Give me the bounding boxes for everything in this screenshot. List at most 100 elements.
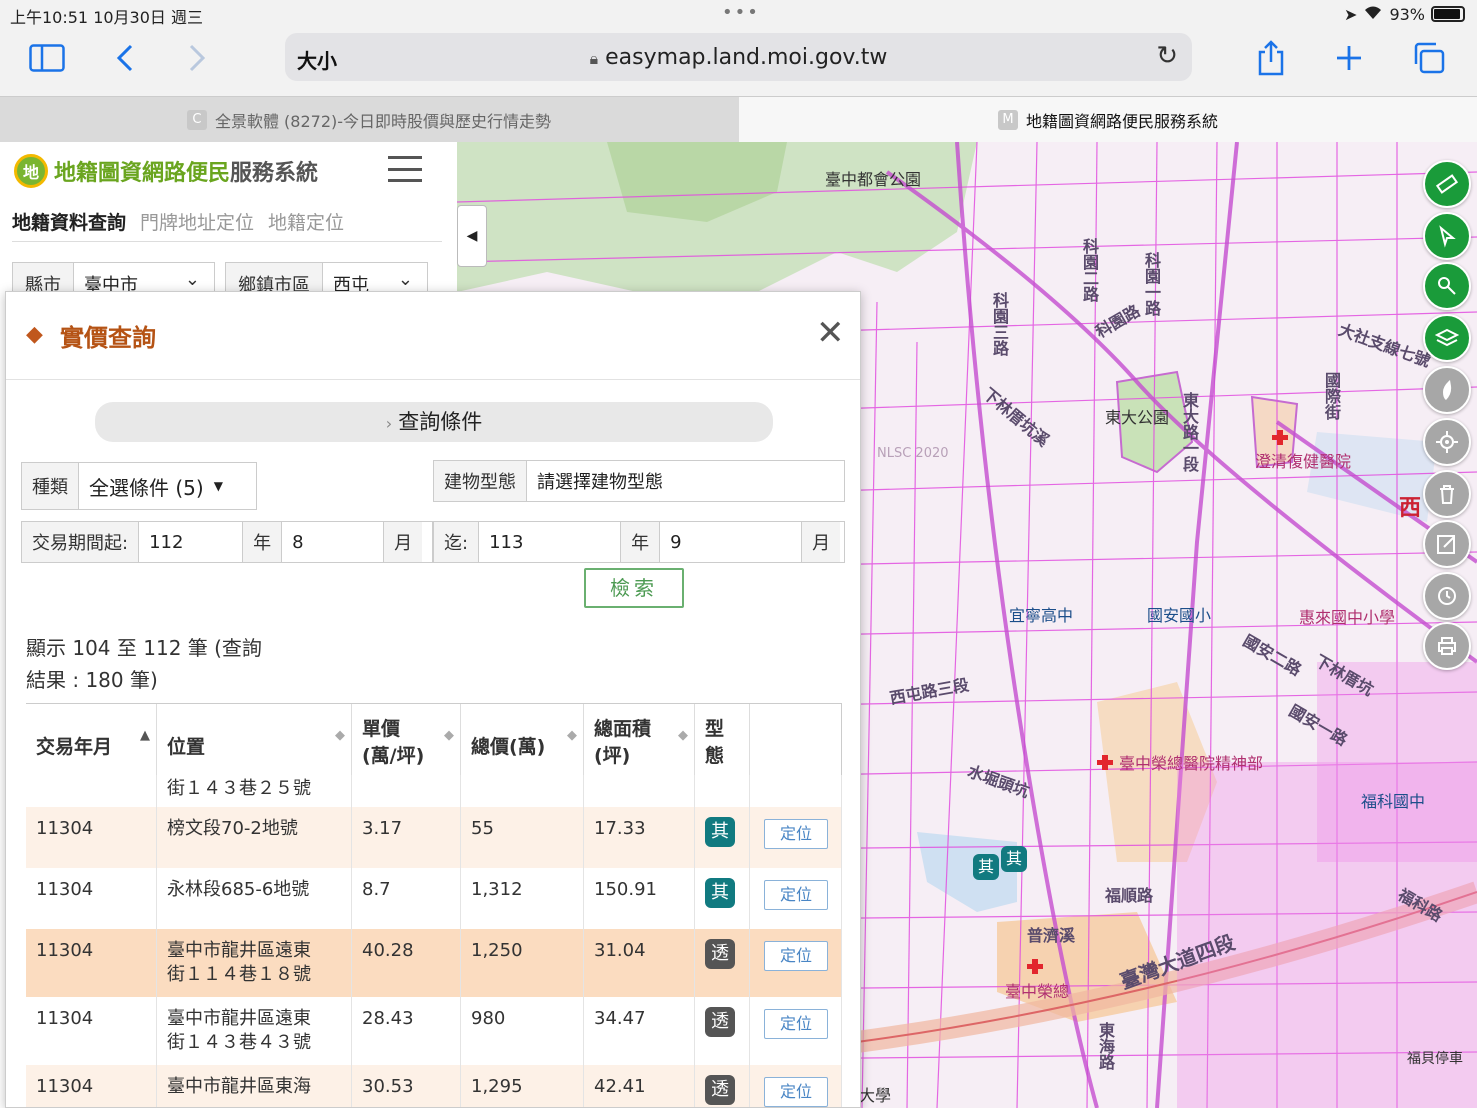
location-cell: 臺中市龍井區東海 — [157, 1065, 352, 1107]
locate-button[interactable]: 定位 — [764, 819, 828, 849]
app-title: 地籍圖資網路便民服務系統 — [54, 155, 318, 187]
trade-month-cell: 11304 — [26, 997, 157, 1065]
wifi-icon — [1363, 4, 1383, 24]
table-row[interactable]: 11304 臺中市龍井區遠東 街１１４巷１８號 40.28 1,250 31.04 透定位 — [26, 929, 842, 997]
trade-month-cell: 11304 — [26, 929, 157, 997]
query-conditions-toggle[interactable]: › 查詢條件 — [95, 402, 773, 442]
type-label: 種類 — [22, 463, 79, 509]
col-type: 型 態 — [695, 704, 750, 775]
unit-price-cell: 8.7 — [352, 868, 461, 929]
col-area[interactable]: 總面積 (坪) ◆ — [584, 704, 695, 775]
panel-collapse-button[interactable]: ◀ — [457, 205, 487, 267]
edit-icon[interactable] — [1423, 520, 1471, 568]
query-subtabs: 地籍資料查詢 門牌地址定位 地籍定位 — [12, 204, 442, 242]
touch-select-icon[interactable] — [1423, 262, 1471, 310]
location-line: 榜文段70-2地號 — [167, 818, 298, 839]
pointer-select-icon[interactable] — [1423, 212, 1471, 260]
multitask-dots-icon[interactable]: ••• — [722, 2, 760, 23]
table-row[interactable]: 11304 永林段685-6地號 8.7 1,312 150.91 其定位 — [26, 868, 842, 929]
address-bar[interactable]: 大小 🔒︎ easymap.land.moi.gov.tw ↻ — [285, 33, 1192, 81]
locate-button[interactable]: 定位 — [764, 1009, 828, 1039]
table-row[interactable]: 11304 榜文段70-2地號 3.17 55 17.33 其定位 — [26, 807, 842, 868]
tab-address-locate[interactable]: 門牌地址定位 — [140, 204, 254, 241]
tab-favicon: M — [997, 109, 1018, 130]
area-cell: 31.04 — [584, 929, 695, 997]
share-icon[interactable] — [1248, 38, 1294, 78]
type-cell: 其 — [695, 807, 750, 868]
location-cell: 臺中市龍井區遠東 街１４３巷４３號 — [157, 997, 352, 1065]
map-label: 宜寧高中 — [1009, 606, 1074, 625]
map-label: 東海路 — [1096, 1022, 1115, 1070]
col-unit-price[interactable]: 單價 (萬/坪) ◆ — [352, 704, 461, 775]
area-cell: 42.41 — [584, 1065, 695, 1107]
map-label: 惠來國中小學 — [1299, 608, 1396, 627]
tab-land-data-query[interactable]: 地籍資料查詢 — [12, 204, 126, 241]
col-location[interactable]: 位置 ◆ — [157, 704, 352, 775]
table-row[interactable]: 11304 臺中市龍井區遠東 街１４３巷４３號 28.43 980 34.47 透定位 — [26, 997, 842, 1065]
table-row[interactable]: 11304 臺中市龍井區東海 30.53 1,295 42.41 透定位 — [26, 1065, 842, 1107]
tab-stock[interactable]: C 全景軟體 (8272)-今日即時股價與歷史行情走勢 — [0, 97, 738, 142]
map-label: 福順路 — [1105, 886, 1154, 905]
history-icon[interactable] — [1423, 572, 1471, 620]
building-type-label: 建物型態 — [434, 461, 527, 501]
app-logo[interactable]: 地 地籍圖資網路便民服務系統 — [14, 154, 318, 188]
tab-easymap[interactable]: M 地籍圖資網路便民服務系統 — [739, 97, 1477, 142]
building-type-select[interactable]: 建物型態 請選擇建物型態 — [433, 460, 845, 502]
layers-icon[interactable] — [1423, 314, 1471, 362]
col-total-price[interactable]: 總價(萬) ◆ — [461, 704, 584, 775]
from-month-input[interactable]: 8 — [282, 522, 385, 562]
map-label: 臺中榮總 — [1005, 982, 1070, 1001]
trash-icon[interactable] — [1423, 470, 1471, 518]
from-year-input[interactable]: 112 — [139, 522, 244, 562]
status-bar: 上午10:51 10月30日 週三 ••• ➤ 93% — [0, 0, 1477, 28]
header-label: 單價 (萬/坪) — [362, 718, 425, 767]
unit-price-cell: 28.43 — [352, 997, 461, 1065]
unit-price-cell: 30.53 — [352, 1065, 461, 1107]
to-year-input[interactable]: 113 — [479, 522, 622, 562]
col-trade-month[interactable]: 交易年月 ▲ — [26, 704, 157, 775]
tabs-overview-icon[interactable] — [1406, 38, 1452, 78]
sidebar-toggle-icon[interactable] — [24, 38, 70, 78]
gps-icon[interactable] — [1423, 418, 1471, 466]
location-cell: 臺中市龍井區遠東 街１１４巷１８號 — [157, 929, 352, 997]
ruler-icon[interactable] — [1423, 160, 1471, 208]
taiwan-icon[interactable] — [1423, 366, 1471, 414]
locate-button[interactable]: 定位 — [764, 1077, 828, 1107]
month-unit: 月 — [384, 522, 423, 562]
forward-icon[interactable] — [174, 38, 220, 78]
search-button[interactable]: 檢索 — [584, 568, 684, 608]
period-from-label: 交易期間起: — [22, 522, 140, 562]
total-price-cell: 1,295 — [461, 1065, 584, 1107]
type-badge: 透 — [705, 939, 735, 969]
header-label: 位置 — [167, 736, 206, 758]
type-cell: 透 — [695, 997, 750, 1065]
map-marker[interactable]: 其 — [1001, 846, 1027, 872]
map-label: 東大路一段 — [1180, 392, 1199, 472]
browser-toolbar: 大小 🔒︎ easymap.land.moi.gov.tw ↻ — [0, 28, 1477, 96]
type-select[interactable]: 種類 全選條件 (5) ▼ — [21, 462, 257, 510]
back-icon[interactable] — [102, 38, 148, 78]
close-icon[interactable]: ✕ — [816, 316, 845, 350]
tab-bar: C 全景軟體 (8272)-今日即時股價與歷史行情走勢 ✕ M 地籍圖資網路便民… — [0, 96, 1477, 142]
locate-button[interactable]: 定位 — [764, 880, 828, 910]
tab-cadastral-locate[interactable]: 地籍定位 — [268, 204, 344, 241]
print-icon[interactable] — [1423, 622, 1471, 670]
menu-icon[interactable] — [388, 156, 422, 182]
dialog-title: 實價查詢 — [60, 324, 156, 352]
results-table: 交易年月 ▲ 位置 ◆ 單價 (萬/坪) ◆ 總價(萬) ◆ 總面積 (坪) ◆ 型 態 … — [26, 703, 842, 1107]
reload-icon[interactable]: ↻ — [1156, 41, 1178, 71]
app-title-dark: 服務系統 — [230, 160, 319, 186]
header-label: 總價(萬) — [471, 736, 546, 758]
locate-button[interactable]: 定位 — [764, 941, 828, 971]
battery-percent: 93% — [1389, 4, 1425, 24]
to-month-input[interactable]: 9 — [660, 522, 803, 562]
type-badge: 透 — [705, 1075, 735, 1105]
total-price-cell: 980 — [461, 997, 584, 1065]
sort-icon: ▲ — [140, 728, 150, 743]
result-summary: 顯示 104 至 112 筆 (查詢 結果 : 180 筆) — [26, 632, 262, 696]
map-label: 科園一路 — [1142, 252, 1161, 316]
new-tab-icon[interactable] — [1326, 38, 1372, 78]
location-line: 永林段685-6地號 — [167, 879, 310, 900]
map-marker[interactable]: 其 — [973, 854, 999, 880]
battery-fill — [1434, 9, 1461, 19]
